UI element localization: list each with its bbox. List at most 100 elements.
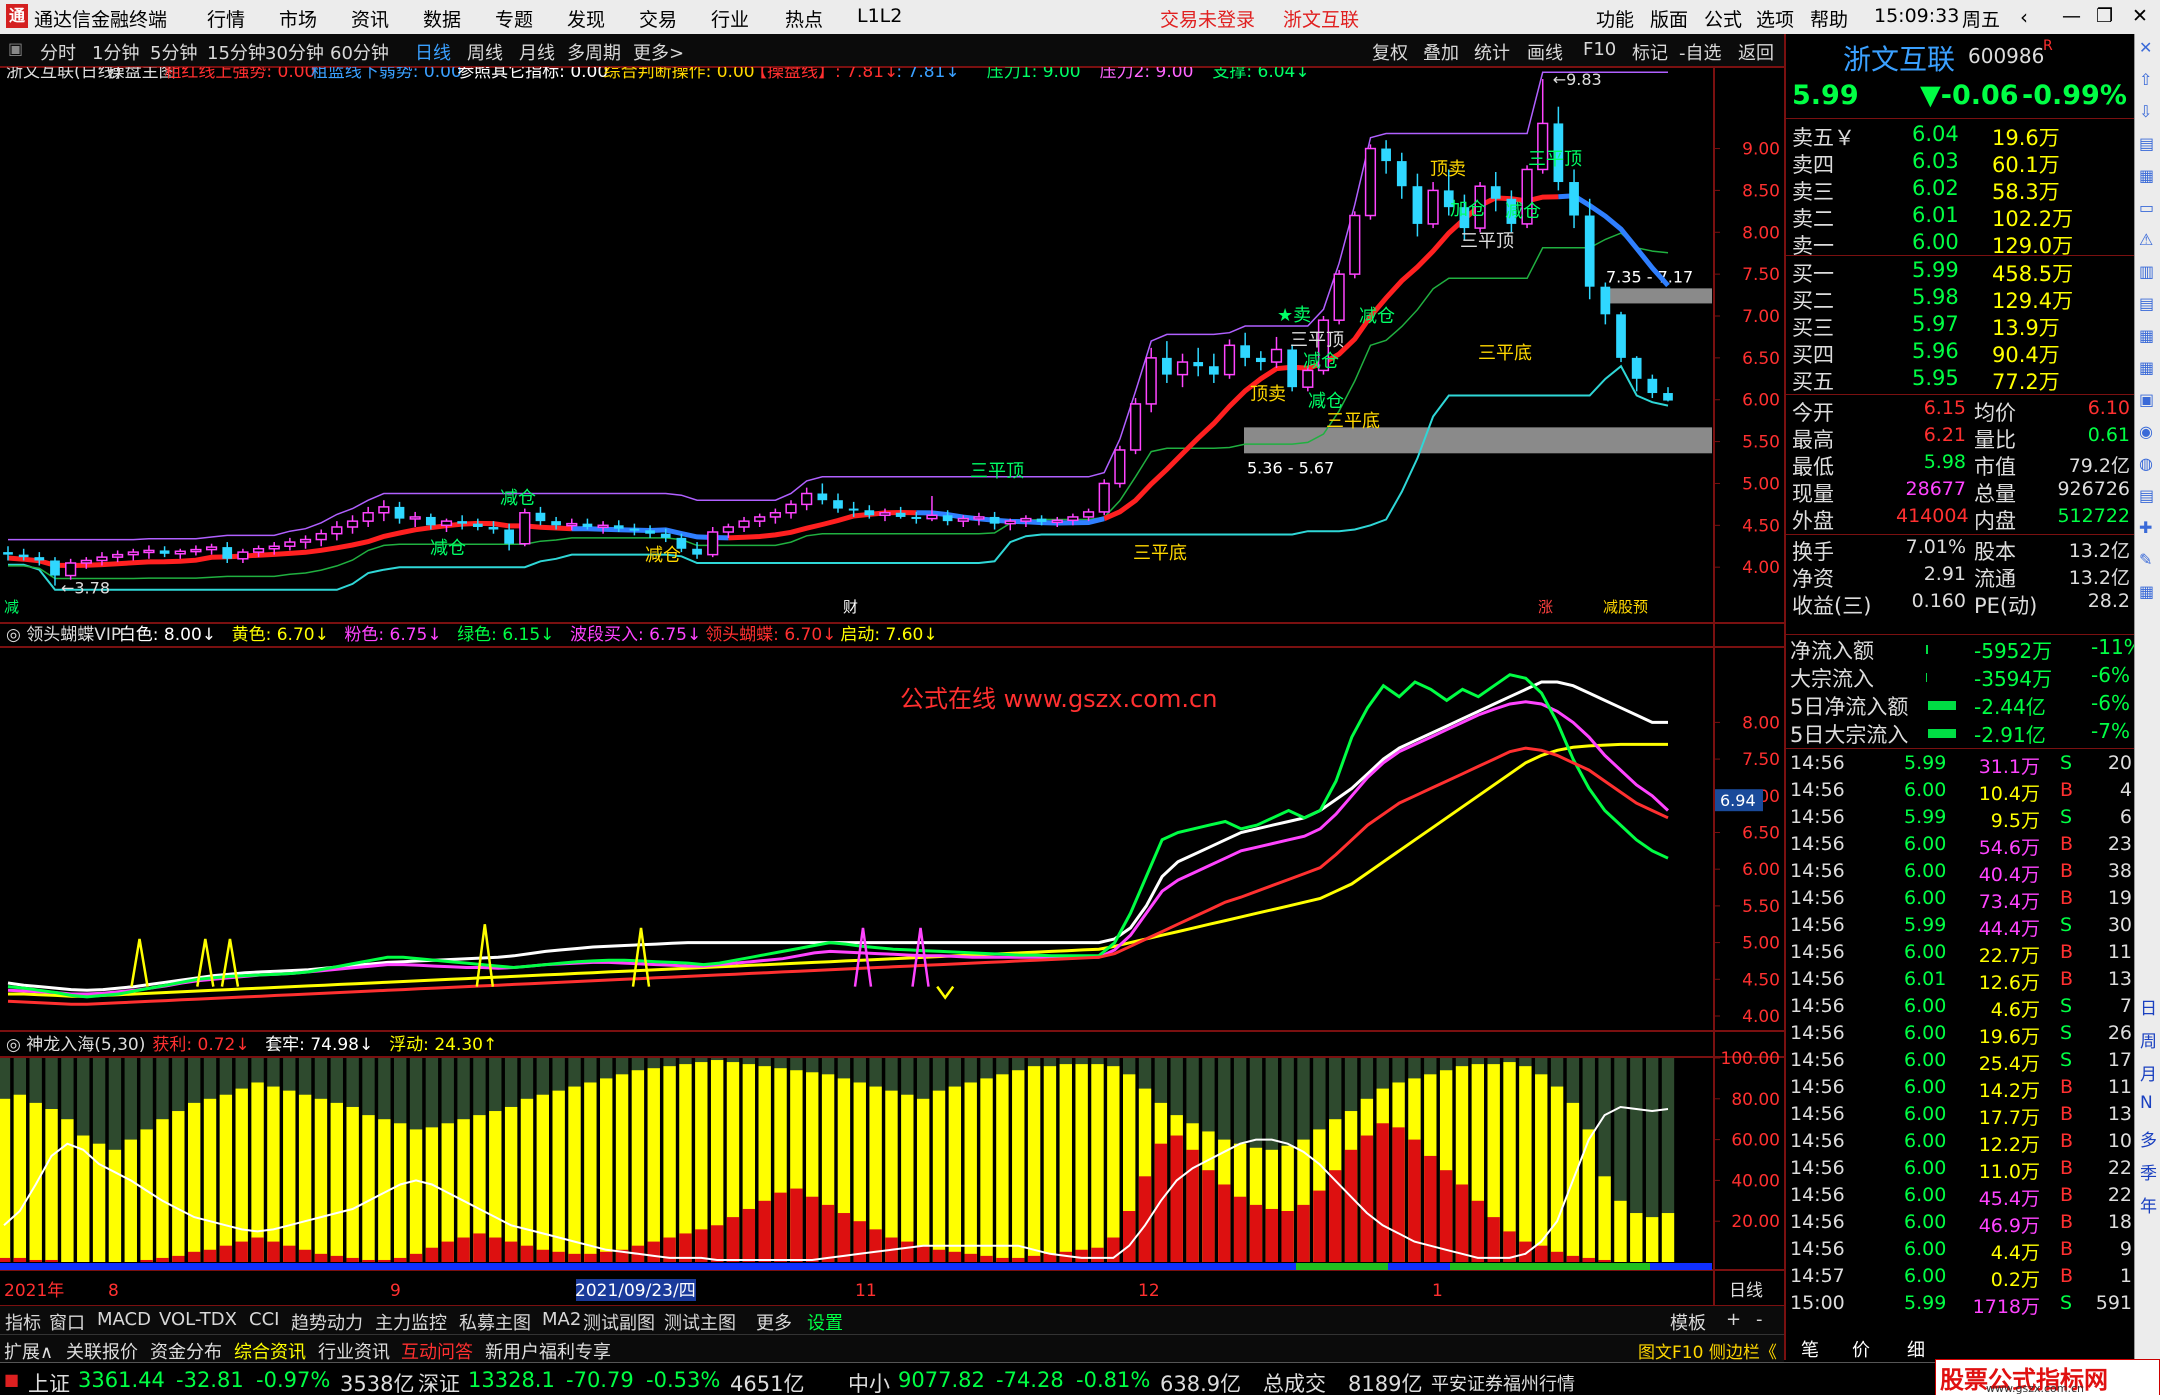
bottom-tab-2[interactable]: MACD bbox=[97, 1309, 151, 1330]
period-side-tab-5[interactable]: 季 bbox=[2140, 1159, 2157, 1184]
index-pct-1: -0.53% bbox=[646, 1368, 721, 1392]
tool-button-7[interactable]: 返回 bbox=[1738, 39, 1774, 65]
period-tab-1[interactable]: 1分钟 bbox=[92, 39, 139, 65]
bottom-tab-7[interactable]: 私募主图 bbox=[459, 1309, 531, 1335]
tool-button-4[interactable]: F10 bbox=[1583, 39, 1616, 60]
extension-tab-3[interactable]: 综合资讯 bbox=[234, 1338, 306, 1364]
tool-button-1[interactable]: 叠加 bbox=[1423, 39, 1459, 65]
close-icon[interactable]: ✕ bbox=[2132, 5, 2148, 27]
dragon-red-bar bbox=[790, 1188, 803, 1262]
menu-item-1[interactable]: 市场 bbox=[279, 5, 317, 32]
side-tool-icon-4[interactable]: ▦ bbox=[2139, 166, 2154, 185]
side-tool-icon-9[interactable]: ▦ bbox=[2139, 326, 2154, 345]
menu-item-5[interactable]: 发现 bbox=[567, 5, 605, 32]
bottom-right-2[interactable]: - bbox=[1756, 1309, 1763, 1330]
minimize-icon[interactable]: — bbox=[2062, 5, 2081, 27]
bottom-tab-4[interactable]: CCI bbox=[249, 1309, 279, 1330]
right-menu-item-4[interactable]: 帮助 bbox=[1810, 5, 1848, 32]
bottom-tab-0[interactable]: 指标 bbox=[5, 1309, 41, 1335]
side-tool-icon-17[interactable]: ▦ bbox=[2139, 582, 2154, 601]
period-tab-10[interactable]: 更多> bbox=[633, 39, 684, 65]
side-tool-icon-0[interactable]: ✕ bbox=[2139, 38, 2152, 57]
side-tool-icon-16[interactable]: ✎ bbox=[2139, 550, 2152, 569]
period-tab-3[interactable]: 15分钟 bbox=[207, 39, 266, 65]
menu-item-0[interactable]: 行情 bbox=[207, 5, 245, 32]
tool-button-5[interactable]: 标记 bbox=[1632, 39, 1668, 65]
bottom-tab-5[interactable]: 趋势动力 bbox=[291, 1309, 363, 1335]
menu-item-9[interactable]: L1L2 bbox=[857, 5, 902, 27]
layout-toggle-icon[interactable]: ▣ bbox=[8, 39, 23, 58]
tick-time-18: 14:56 bbox=[1790, 1238, 1845, 1260]
right-menu-item-0[interactable]: 功能 bbox=[1596, 5, 1634, 32]
bottom-tab-3[interactable]: VOL-TDX bbox=[159, 1309, 237, 1330]
bottom-tab-8[interactable]: MA2 bbox=[542, 1309, 581, 1330]
side-tool-icon-15[interactable]: ✚ bbox=[2139, 518, 2152, 537]
side-tool-icon-6[interactable]: ⚠ bbox=[2139, 230, 2153, 249]
quote-tab-1[interactable]: 价 bbox=[1852, 1336, 1870, 1362]
side-tool-icon-13[interactable]: ◍ bbox=[2139, 454, 2153, 473]
period-side-tab-3[interactable]: N bbox=[2140, 1093, 2153, 1113]
period-tab-4[interactable]: 30分钟 bbox=[265, 39, 324, 65]
restore-icon[interactable]: ❐ bbox=[2096, 5, 2113, 27]
period-tab-9[interactable]: 多周期 bbox=[567, 39, 621, 65]
watermark-text: 公式在线 www.gszx.com.cn bbox=[900, 685, 1217, 713]
period-tab-2[interactable]: 5分钟 bbox=[150, 39, 197, 65]
period-side-tab-0[interactable]: 日 bbox=[2140, 994, 2157, 1019]
menu-item-2[interactable]: 资讯 bbox=[351, 5, 389, 32]
extension-tab-0[interactable]: 扩展∧ bbox=[4, 1338, 53, 1364]
extension-right-links[interactable]: 图文F10 侧边栏《 bbox=[1638, 1338, 1777, 1363]
bottom-tab-12[interactable]: 设置 bbox=[807, 1309, 843, 1335]
side-tool-icon-1[interactable]: ⇧ bbox=[2139, 70, 2152, 89]
period-tab-0[interactable]: 分时 bbox=[40, 39, 76, 65]
bottom-tab-1[interactable]: 窗口 bbox=[49, 1309, 85, 1335]
period-tab-7[interactable]: 周线 bbox=[467, 39, 503, 65]
extension-tab-4[interactable]: 行业资讯 bbox=[318, 1338, 390, 1364]
menu-item-7[interactable]: 行业 bbox=[711, 5, 749, 32]
bottom-right-0[interactable]: 模板 bbox=[1670, 1309, 1706, 1335]
extension-tab-1[interactable]: 关联报价 bbox=[66, 1338, 138, 1364]
stat-label-b-0: 均价 bbox=[1974, 401, 2016, 425]
right-menu-item-2[interactable]: 公式 bbox=[1704, 5, 1742, 32]
side-tool-icon-3[interactable]: ▤ bbox=[2139, 134, 2154, 153]
extension-tab-6[interactable]: 新用户福利专享 bbox=[485, 1338, 611, 1364]
bottom-right-1[interactable]: + bbox=[1726, 1309, 1741, 1330]
tool-button-0[interactable]: 复权 bbox=[1372, 39, 1408, 65]
menu-item-3[interactable]: 数据 bbox=[423, 5, 461, 32]
menu-item-4[interactable]: 专题 bbox=[495, 5, 533, 32]
period-side-tab-6[interactable]: 年 bbox=[2140, 1192, 2157, 1217]
bottom-tab-6[interactable]: 主力监控 bbox=[375, 1309, 447, 1335]
side-tool-icon-10[interactable]: ▦ bbox=[2139, 358, 2154, 377]
bottom-tab-11[interactable]: 更多 bbox=[756, 1309, 792, 1335]
bottom-tab-10[interactable]: 测试主图 bbox=[664, 1309, 736, 1335]
tick-volume-19: 0.2万 bbox=[1990, 1269, 2040, 1291]
side-tool-icon-5[interactable]: ▭ bbox=[2139, 198, 2154, 217]
period-tab-6[interactable]: 日线 bbox=[415, 39, 451, 65]
side-tool-icon-7[interactable]: ▥ bbox=[2139, 262, 2154, 281]
right-menu-item-3[interactable]: 选项 bbox=[1756, 5, 1794, 32]
right-menu-item-1[interactable]: 版面 bbox=[1650, 5, 1688, 32]
period-side-tab-4[interactable]: 多 bbox=[2140, 1126, 2157, 1151]
period-tab-5[interactable]: 60分钟 bbox=[330, 39, 389, 65]
trade-status[interactable]: 交易未登录 bbox=[1160, 5, 1255, 32]
period-side-tab-2[interactable]: 月 bbox=[2140, 1060, 2157, 1085]
side-tool-icon-11[interactable]: ▣ bbox=[2139, 390, 2154, 409]
extension-tab-2[interactable]: 资金分布 bbox=[150, 1338, 222, 1364]
tool-button-6[interactable]: -自选 bbox=[1679, 39, 1722, 65]
side-tool-icon-2[interactable]: ⇩ bbox=[2139, 102, 2152, 121]
back-icon[interactable]: ‹ bbox=[2020, 5, 2028, 29]
quote-tab-0[interactable]: 笔 bbox=[1801, 1336, 1819, 1362]
sub1-y-tick-1: 4.50 bbox=[1742, 970, 1780, 990]
bottom-tab-9[interactable]: 测试副图 bbox=[583, 1309, 655, 1335]
quote-tab-2[interactable]: 细 bbox=[1907, 1336, 1925, 1362]
period-tab-8[interactable]: 月线 bbox=[519, 39, 555, 65]
extension-tab-5[interactable]: 互动问答 bbox=[401, 1338, 473, 1364]
tool-button-2[interactable]: 统计 bbox=[1474, 39, 1510, 65]
period-side-tab-1[interactable]: 周 bbox=[2140, 1027, 2157, 1052]
side-tool-icon-12[interactable]: ◉ bbox=[2139, 422, 2153, 441]
menu-item-6[interactable]: 交易 bbox=[639, 5, 677, 32]
tool-button-3[interactable]: 画线 bbox=[1527, 39, 1563, 65]
side-tool-icon-14[interactable]: ▤ bbox=[2139, 486, 2154, 505]
side-tool-icon-8[interactable]: ▤ bbox=[2139, 294, 2154, 313]
menu-item-8[interactable]: 热点 bbox=[785, 5, 823, 32]
chart-area[interactable]: 5.36 - 5.677.35 - 7.17←9.83←3.78顶卖三平顶三平底… bbox=[0, 67, 1784, 1305]
